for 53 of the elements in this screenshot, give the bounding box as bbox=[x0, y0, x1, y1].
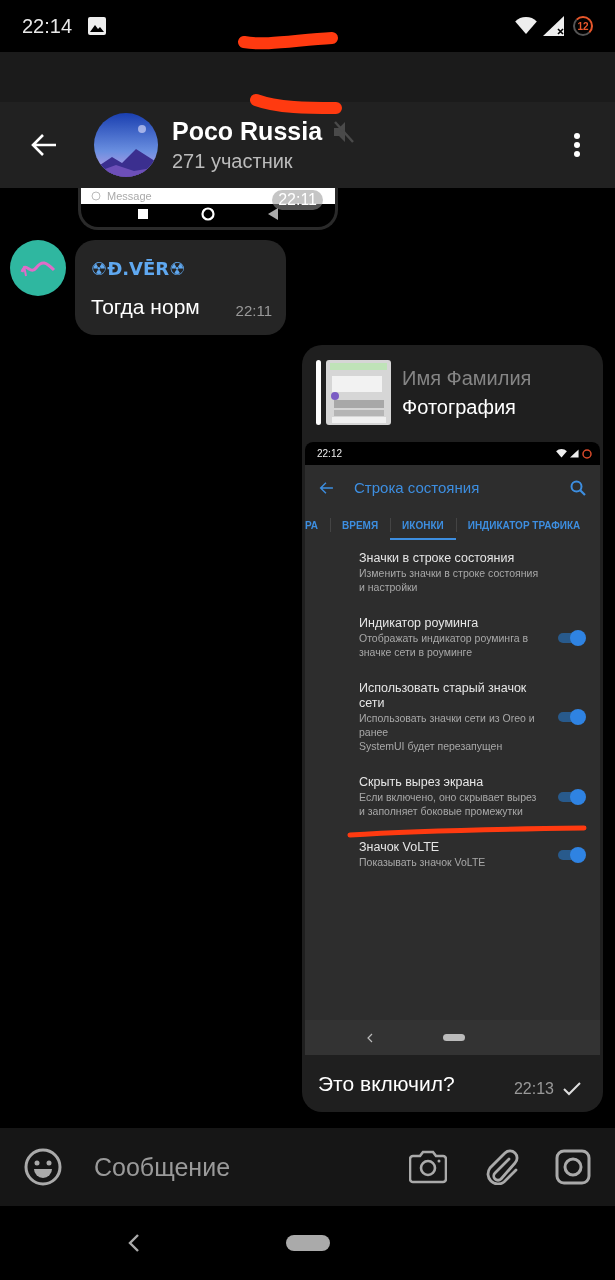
message-text: Тогда норм bbox=[91, 295, 200, 319]
signal-icon bbox=[570, 449, 579, 458]
clock: 22:14 bbox=[22, 14, 73, 38]
member-count: 271 участник bbox=[172, 150, 294, 173]
paperclip-icon[interactable] bbox=[485, 1149, 519, 1185]
setting-summary: Если включено, оно скрывает вырез и заполняет боковые промежутки bbox=[359, 790, 538, 818]
setting-summary: Изменить значки в строке состояния и настройки bbox=[359, 566, 540, 594]
back-icon[interactable] bbox=[367, 1032, 373, 1043]
message-time: 22:13 bbox=[513, 1079, 554, 1098]
tab[interactable]: ИКОНКИ bbox=[390, 510, 456, 540]
reply-bar bbox=[316, 360, 321, 425]
menu-icon[interactable] bbox=[573, 132, 581, 158]
home-icon bbox=[201, 207, 215, 221]
image-icon bbox=[88, 17, 107, 35]
reply-text: Фотография bbox=[402, 395, 517, 419]
setting-summary: Отображать индикатор роуминга в значке сети в роуминге bbox=[359, 631, 530, 659]
message-time: 22:11 bbox=[272, 190, 323, 210]
video-message-icon[interactable] bbox=[555, 1149, 591, 1185]
battery-icon bbox=[582, 448, 592, 459]
home-handle[interactable] bbox=[443, 1034, 465, 1041]
screen-title: Строка состояния bbox=[354, 479, 481, 496]
home-handle[interactable] bbox=[286, 1235, 330, 1251]
message-text: Это включил? bbox=[318, 1071, 455, 1096]
recents-icon bbox=[137, 209, 148, 219]
back-icon[interactable] bbox=[128, 1233, 140, 1253]
message-field[interactable]: Сообщение bbox=[94, 1152, 409, 1182]
toggle-switch[interactable] bbox=[556, 788, 586, 805]
clock: 22:12 bbox=[317, 448, 343, 459]
wifi-icon bbox=[556, 449, 567, 458]
setting-title: Значки в строке состояния bbox=[359, 551, 516, 566]
reply-author: Имя Фамилия bbox=[402, 366, 532, 390]
back-icon bbox=[268, 208, 279, 220]
tab[interactable]: ВРЕМЯ bbox=[330, 510, 391, 540]
toggle-switch[interactable] bbox=[556, 629, 586, 646]
setting-title: Значок VoLTE bbox=[359, 840, 441, 855]
toggle-switch[interactable] bbox=[556, 846, 586, 863]
setting-summary: Использовать значки сети из Oreo и ранее SystemUI будет перезапущен bbox=[359, 711, 536, 753]
message-time: 22:11 bbox=[235, 302, 272, 319]
wifi-icon bbox=[515, 17, 537, 35]
camera-icon[interactable] bbox=[409, 1150, 447, 1184]
setting-title: Скрыть вырез экрана bbox=[359, 775, 485, 790]
signal-icon bbox=[543, 16, 565, 36]
chat-title: Poco Russia bbox=[172, 117, 323, 146]
search-icon[interactable] bbox=[570, 479, 586, 496]
setting-title: Индикатор роуминга bbox=[359, 616, 480, 631]
toggle-switch[interactable] bbox=[556, 709, 586, 725]
setting-summary: Показывать значок VoLTE bbox=[359, 855, 487, 869]
setting-title: Использовать старый значок сети bbox=[359, 681, 528, 711]
battery-indicator: 12 bbox=[573, 16, 593, 36]
tab[interactable]: ИНДИКАТОР ТРАФИКА bbox=[455, 510, 593, 540]
tab[interactable]: РА bbox=[305, 510, 330, 540]
sender-name: ☢Đ.VĒR☢ bbox=[91, 258, 187, 279]
avatar bbox=[10, 240, 66, 296]
